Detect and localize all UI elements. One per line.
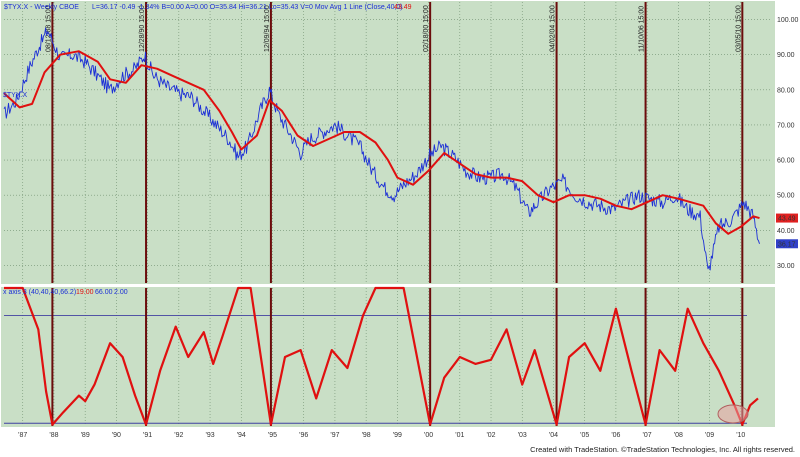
symbol-side-label: $TYX.X [3,92,27,99]
y-tick-label: 30.00 [777,263,795,270]
x-tick-label: '90 [112,432,121,439]
ma-last-value-label: 43.49 [778,216,796,223]
oscillator-panel: x axis 3 (40,40,40,66.2) 19.00 66.00 2.0… [1,286,775,427]
cycle-marker-date: 04/02/04 15:00 [550,5,557,52]
x-tick-label: '87 [18,432,27,439]
oscillator-title: x axis 3 (40,40,40,66.2) [3,289,76,296]
x-tick-label: '01 [455,432,464,439]
oscillator-value-1: 19.00 [76,289,94,296]
price-last-value-label: 36.17 [778,241,796,248]
x-tick-label: '10 [736,432,745,439]
x-tick-label: '96 [299,432,308,439]
x-tick-label: '06 [611,432,620,439]
y-tick-label: 40.00 [777,228,795,235]
y-tick-label: 60.00 [777,158,795,165]
x-tick-label: '97 [330,432,339,439]
x-tick-label: '98 [362,432,371,439]
y-tick-label: 80.00 [777,87,795,94]
y-tick-label: 100.00 [777,17,799,24]
cycle-marker-date: 08/12/88 15:00 [45,5,52,52]
x-tick-label: '05 [580,432,589,439]
x-tick-label: '92 [174,432,183,439]
cycle-marker-date: 02/18/00 15:00 [423,5,430,52]
x-tick-label: '00 [424,432,433,439]
y-tick-label: 70.00 [777,122,795,129]
cycle-marker-date: 03/05/10 15:00 [735,5,742,52]
cycle-marker-date: 12/09/94 15:00 [264,5,271,52]
price-panel: 08/12/88 15:00 12/28/90 15:00 12/09/94 15:… [1,1,799,284]
x-tick-label: '94 [237,432,246,439]
quote-line: L=36.17 -0.49 -1.34% B=0.00 A=0.00 O=35.… [92,4,403,11]
x-tick-label: '91 [143,432,152,439]
x-tick-label: '04 [549,432,558,439]
x-tick-label: '02 [486,432,495,439]
x-tick-label: '93 [205,432,214,439]
x-tick-label: '07 [643,432,652,439]
x-tick-label: '99 [393,432,402,439]
cycle-marker-date: 12/28/90 15:00 [139,5,146,52]
x-tick-label: '88 [49,432,58,439]
cycle-low-highlight [717,404,749,424]
y-tick-label: 50.00 [777,193,795,200]
chart-window: 08/12/88 15:00 12/28/90 15:00 12/09/94 15:… [0,0,800,457]
chart-svg: 08/12/88 15:00 12/28/90 15:00 12/09/94 15:… [0,0,800,457]
price-panel-background [1,1,775,284]
cycle-marker-date: 11/10/06 15:00 [639,6,646,52]
symbol-title: $TYX.X - Weekly CBOE [4,4,79,11]
x-tick-label: '09 [705,432,714,439]
y-tick-label: 90.00 [777,52,795,59]
oscillator-value-2: 66.00 [95,289,113,296]
oscillator-value-3: 2.00 [114,289,128,296]
footer-credit: Created with TradeStation. ©TradeStation… [530,445,795,454]
x-tick-label: '89 [81,432,90,439]
x-tick-label: '95 [268,432,277,439]
ma-header-value: 43.49 [394,4,412,11]
x-tick-label: '08 [674,432,683,439]
x-tick-label: '03 [518,432,527,439]
